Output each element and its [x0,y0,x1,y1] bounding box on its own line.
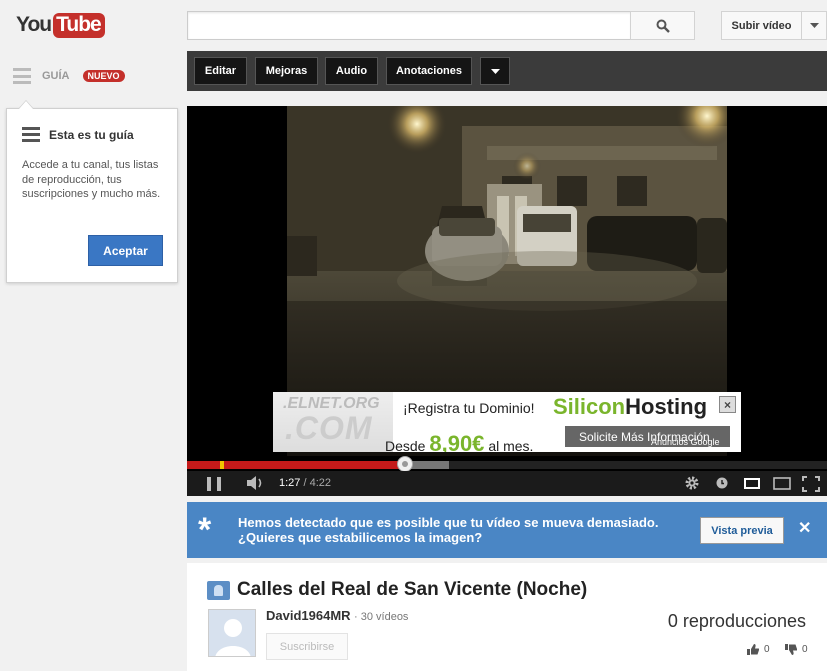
ad-google-label: Anuncios Google [651,437,720,447]
time-display: 1:27 / 4:22 [279,477,332,489]
popup-title: Esta es tu guía [49,127,134,142]
video-player[interactable]: .ELNET.ORG .COM ¡Registra tu Dominio! Si… [187,106,827,496]
more-button[interactable] [480,57,510,85]
ad-com-text: .COM [285,410,373,446]
dislike-count: 0 [802,644,808,655]
channel-name[interactable]: David1964MR [266,608,351,623]
preview-button[interactable]: Vista previa [700,517,784,544]
watch-info: Calles del Real de San Vicente (Noche) D… [187,563,827,671]
accept-button[interactable]: Aceptar [88,235,163,266]
like-count: 0 [764,644,770,655]
view-count: 0 reproducciones [667,611,806,631]
ad-marker [220,461,224,469]
pause-icon[interactable] [207,477,221,491]
ad-domain-graphic: .ELNET.ORG .COM [273,392,393,452]
fullscreen-icon[interactable] [802,476,820,492]
search-button[interactable] [630,11,695,40]
youtube-logo[interactable]: You Tube [16,10,105,40]
notice-text: Hemos detectado que es posible que tu ví… [238,515,658,545]
thumbs-up-icon [747,644,759,655]
ad-desde: Desde [385,438,426,452]
scrubber-handle[interactable] [396,456,413,472]
private-video-icon [207,580,230,600]
editor-toolbar: Editar Mejoras Audio Anotaciones [187,51,827,91]
notice-line-2: ¿Quieres que estabilicemos la imagen? [238,530,483,545]
masthead: You Tube Subir vídeo [0,0,827,50]
search-input[interactable] [187,11,631,40]
guide-popup: Esta es tu guía Accede a tu canal, tus l… [6,100,178,283]
ad-headline: ¡Registra tu Dominio! [403,400,535,416]
gear-icon[interactable] [684,475,700,491]
guide-toggle[interactable]: GUÍA NUEVO [13,68,125,84]
user-silhouette-icon [209,610,255,656]
stabilize-notice: * Hemos detectado que es posible que tu … [187,502,827,558]
ad-per: al mes. [488,438,534,452]
logo-tube-text: Tube [53,12,105,38]
small-player-icon[interactable] [744,478,760,489]
current-time: 1:27 [279,477,301,489]
subscribe-button[interactable]: Suscribirse [266,633,348,660]
notice-line-1: Hemos detectado que es posible que tu ví… [238,515,659,530]
ad-close-button[interactable]: × [719,396,736,413]
search-icon [656,19,670,33]
menu-icon [13,68,31,84]
chevron-down-icon [809,23,819,28]
volume-icon[interactable] [246,475,265,491]
chevron-down-icon [490,68,500,74]
asterisk-icon: * [198,511,212,549]
video-title: Calles del Real de San Vicente (Noche) [237,579,588,600]
audio-button[interactable]: Audio [325,57,378,85]
ad-brand: SiliconHosting [553,394,707,420]
annotations-button[interactable]: Anotaciones [386,57,472,85]
progress-bar[interactable] [187,461,827,469]
player-controls: 1:27 / 4:22 [187,471,827,496]
ad-brand-b: Hosting [625,394,708,419]
upload-menu-button[interactable] [801,11,827,40]
ad-brand-a: Silicon [553,394,626,419]
ad-price-line: Desde 8,90€ al mes. [385,431,533,452]
title-row: Calles del Real de San Vicente (Noche) [207,579,587,601]
ad-price: 8,90€ [429,431,485,452]
guide-icon [22,127,40,142]
watch-later-icon[interactable] [716,477,728,489]
video-count-value: 30 vídeos [360,611,409,623]
dislike-button[interactable]: 0 [785,644,808,655]
thumbs-down-icon [785,644,797,655]
ad-banner[interactable]: .ELNET.ORG .COM ¡Registra tu Dominio! Si… [273,392,741,452]
edit-button[interactable]: Editar [194,57,247,85]
guide-label: GUÍA [42,70,70,82]
close-icon[interactable]: ✕ [798,521,811,537]
video-count: · 30 vídeos [354,611,409,623]
close-icon: × [723,397,731,412]
new-badge: NUEVO [82,70,125,82]
duration: 4:22 [309,477,332,489]
avatar[interactable] [208,609,256,657]
popup-body: Accede a tu canal, tus listas de reprodu… [22,159,161,200]
like-button[interactable]: 0 [747,644,770,655]
popup-title-row: Esta es tu guía [22,127,134,142]
logo-you-text: You [16,13,52,36]
large-player-icon[interactable] [773,477,791,490]
upload-button[interactable]: Subir vídeo [721,11,802,40]
enhancements-button[interactable]: Mejoras [255,57,318,85]
